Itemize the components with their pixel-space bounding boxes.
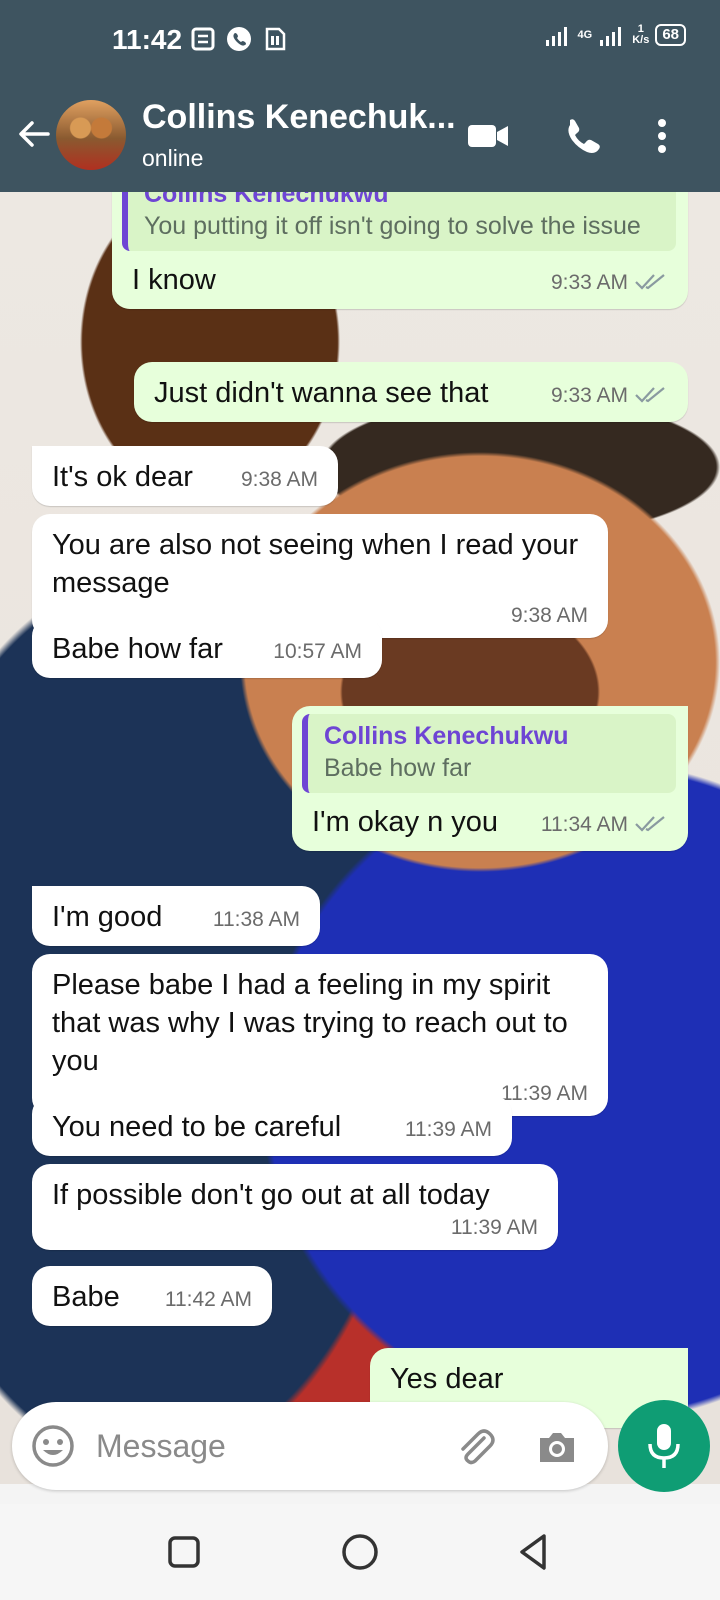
message-meta: 9:33 AM — [551, 271, 668, 295]
message-text: Just didn't wanna see that — [154, 377, 489, 409]
contact-status: online — [142, 145, 204, 171]
message-text: Babe — [52, 1281, 120, 1313]
reply-quote[interactable]: Collins Kenechukwu Babe how far — [302, 714, 676, 793]
camera-icon[interactable] — [534, 1424, 580, 1470]
message-meta: 9:33 AM — [551, 384, 668, 408]
message-incoming[interactable]: If possible don't go out at all today 11… — [32, 1164, 558, 1250]
quote-text: You putting it off isn't going to solve … — [144, 212, 641, 240]
home-icon[interactable] — [338, 1530, 382, 1574]
quote-text: Babe how far — [324, 754, 472, 782]
message-text: I'm okay n you — [312, 806, 499, 838]
notes-icon — [191, 27, 215, 51]
whatsapp-icon — [227, 27, 251, 51]
read-ticks-icon — [635, 387, 665, 403]
read-ticks-icon — [635, 816, 665, 832]
message-meta: 11:34 AM — [541, 813, 668, 837]
message-incoming[interactable]: Babe 11:42 AM — [32, 1266, 272, 1326]
emoji-icon[interactable] — [30, 1423, 76, 1469]
message-time: 11:39 AM — [404, 1118, 492, 1141]
quote-author: Collins Kenechukwu — [324, 722, 569, 750]
reply-quote[interactable]: Collins Kenechukwu You putting it off is… — [122, 192, 676, 251]
message-time: 10:57 AM — [273, 640, 362, 663]
microphone-icon — [648, 1424, 680, 1468]
message-text: I'm good — [52, 901, 163, 933]
message-composer — [12, 1402, 608, 1490]
read-ticks-icon — [635, 274, 665, 290]
signal-icon — [545, 27, 567, 46]
message-outgoing[interactable]: Collins Kenechukwu Babe how far I'm okay… — [292, 706, 688, 851]
message-time: 9:33 AM — [550, 271, 628, 294]
network-label: 4G — [577, 28, 593, 41]
chat-area[interactable]: Collins Kenechukwu You putting it off is… — [0, 192, 720, 1484]
message-incoming[interactable]: Please babe I had a feeling in my spirit… — [32, 954, 608, 1116]
quote-author: Collins Kenechukwu — [144, 192, 389, 208]
message-time: 11:34 AM — [540, 813, 628, 836]
message-text: Yes dear — [390, 1363, 504, 1395]
status-time: 11:42 — [112, 24, 183, 55]
system-nav-bar — [0, 1504, 720, 1600]
battery-indicator: 68 — [655, 24, 686, 46]
network-speed: 1 K/s — [632, 24, 649, 46]
message-time: 11:42 AM — [164, 1288, 252, 1311]
recents-icon[interactable] — [162, 1530, 206, 1574]
signal-icon — [600, 27, 622, 46]
sim-card-icon — [265, 27, 286, 51]
status-bar: 11:42 4G 1 K/s 68 — [0, 0, 720, 82]
message-time: 11:38 AM — [212, 908, 300, 931]
back-arrow-icon[interactable] — [16, 116, 52, 152]
message-input[interactable] — [96, 1424, 426, 1468]
message-incoming[interactable]: Babe how far 10:57 AM — [32, 618, 382, 678]
chat-header: 11:42 4G 1 K/s 68 Collins Kenechuk... on… — [0, 0, 720, 192]
status-icons — [190, 26, 288, 52]
contact-name[interactable]: Collins Kenechuk... — [142, 98, 456, 137]
message-outgoing[interactable]: Collins Kenechukwu You putting it off is… — [112, 192, 688, 309]
message-text: It's ok dear — [52, 461, 193, 493]
message-incoming[interactable]: You need to be careful 11:39 AM — [32, 1096, 512, 1156]
message-incoming[interactable]: It's ok dear 9:38 AM — [32, 446, 338, 506]
message-outgoing[interactable]: Just didn't wanna see that 9:33 AM — [134, 362, 688, 422]
battery-level: 68 — [662, 26, 679, 43]
message-text: You need to be careful — [52, 1111, 342, 1143]
message-incoming[interactable]: I'm good 11:38 AM — [32, 886, 320, 946]
message-text: Please babe I had a feeling in my spirit… — [52, 969, 568, 1077]
message-text: You are also not seeing when I read your… — [52, 529, 579, 599]
message-time: 11:39 AM — [450, 1216, 538, 1239]
more-options-icon[interactable] — [642, 116, 682, 156]
message-time: 9:38 AM — [240, 468, 318, 491]
message-text: If possible don't go out at all today — [52, 1179, 490, 1211]
contact-avatar[interactable] — [56, 100, 126, 170]
speed-unit: K/s — [632, 34, 650, 46]
network-type: 4G — [577, 28, 593, 41]
message-text: Babe how far — [52, 633, 223, 665]
message-time: 9:33 AM — [550, 384, 628, 407]
status-right: 4G 1 K/s 68 — [544, 24, 686, 46]
back-icon[interactable] — [512, 1530, 556, 1574]
message-text: I know — [132, 264, 216, 296]
video-call-icon[interactable] — [466, 116, 510, 156]
attach-icon[interactable] — [452, 1424, 498, 1470]
voice-call-icon[interactable] — [560, 116, 604, 156]
microphone-button[interactable] — [618, 1400, 710, 1492]
